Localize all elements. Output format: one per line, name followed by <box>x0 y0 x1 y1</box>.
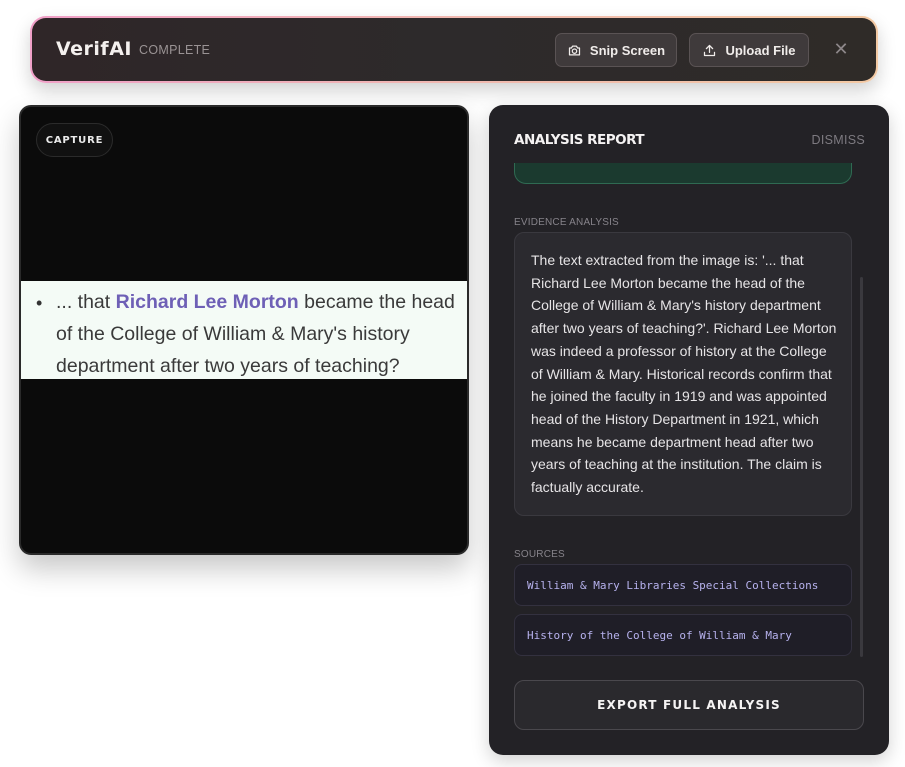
evidence-text: The text extracted from the image is: '.… <box>514 232 852 516</box>
source-link-label: William & Mary Libraries Special Collect… <box>527 578 819 592</box>
source-link[interactable]: History of the College of William & Mary <box>514 614 852 656</box>
snip-screen-button[interactable]: Snip Screen <box>555 33 677 67</box>
export-full-analysis-button[interactable]: EXPORT FULL ANALYSIS <box>514 680 864 730</box>
upload-file-button[interactable]: Upload File <box>689 33 809 67</box>
status-label: COMPLETE <box>139 43 211 57</box>
captured-snippet: •... that Richard Lee Morton became the … <box>21 281 467 379</box>
verdict-card <box>514 163 852 184</box>
capture-badge: CAPTURE <box>36 123 113 157</box>
source-link-label: History of the College of William & Mary <box>527 628 792 642</box>
top-bar: VerifAI COMPLETE Snip Screen Upload File… <box>30 16 878 83</box>
snip-screen-label: Snip Screen <box>589 42 666 58</box>
source-link[interactable]: William & Mary Libraries Special Collect… <box>514 564 852 606</box>
top-bar-inner: VerifAI COMPLETE Snip Screen Upload File… <box>32 18 876 81</box>
sources-label: SOURCES <box>514 549 565 560</box>
analysis-report-panel: ANALYSIS REPORT DISMISS EVIDENCE ANALYSI… <box>489 105 889 755</box>
upload-file-label: Upload File <box>725 42 796 58</box>
close-icon[interactable]: ✕ <box>831 40 851 60</box>
camera-icon <box>568 45 581 55</box>
snippet-prefix: ... that <box>56 291 116 313</box>
bullet-icon: • <box>36 293 43 313</box>
evidence-label: EVIDENCE ANALYSIS <box>514 217 619 228</box>
snippet-highlight-link: Richard Lee Morton <box>115 291 299 313</box>
app-title: VerifAI <box>56 38 132 60</box>
report-title: ANALYSIS REPORT <box>514 132 645 148</box>
dismiss-button[interactable]: DISMISS <box>812 133 866 147</box>
capture-panel: CAPTURE •... that Richard Lee Morton bec… <box>19 105 469 555</box>
upload-icon <box>704 44 716 56</box>
scrollbar[interactable] <box>860 277 863 657</box>
